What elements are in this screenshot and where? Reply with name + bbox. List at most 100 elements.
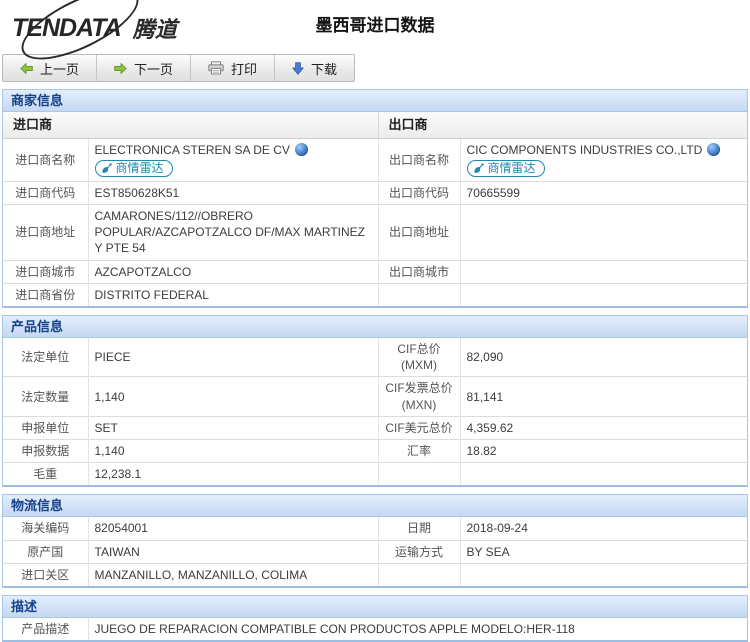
logistics-section-header: 物流信息 [3, 495, 747, 517]
prev-page-label: 上一页 [40, 59, 79, 78]
table-row: 法定数量 1,140 CIF发票总价 (MXN) 81,141 [3, 377, 747, 416]
field-label: 海关编码 [3, 517, 88, 540]
table-row: 产品描述 JUEGO DE REPARACION COMPATIBLE CON … [3, 618, 747, 640]
field-label: 出口商城市 [378, 260, 460, 283]
table-row: 进口关区 MANZANILLO, MANZANILLO, COLIMA [3, 563, 747, 586]
cif-usd-total-value: 4,359.62 [460, 416, 747, 439]
field-label: 日期 [378, 517, 460, 540]
exchange-rate-value: 18.82 [460, 439, 747, 462]
print-button[interactable]: 打印 [191, 55, 275, 81]
field-label: 申报单位 [3, 416, 88, 439]
merchant-info-panel: 商家信息 进口商 出口商 进口商名称 ELECTRONICA STEREN SA… [2, 89, 748, 308]
field-label: 法定单位 [3, 338, 88, 377]
radar-badge-label: 商情雷达 [116, 160, 164, 176]
gross-weight-value: 12,238.1 [88, 463, 378, 486]
importer-city-value: AZCAPOTZALCO [88, 260, 378, 283]
table-row: 进口商地址 CAMARONES/112//OBRERO POPULAR/AZCA… [3, 205, 747, 261]
importer-column-header: 进口商 [3, 112, 378, 138]
field-label: 运输方式 [378, 540, 460, 563]
exporter-address-value [460, 205, 747, 261]
blue-arrow-down-icon [292, 62, 304, 75]
exporter-code-value: 70665599 [460, 181, 747, 204]
field-label: 产品描述 [3, 618, 88, 640]
field-label [378, 283, 460, 306]
origin-country-value: TAIWAN [88, 540, 378, 563]
legal-qty-value: 1,140 [88, 377, 378, 416]
field-label: 申报数据 [3, 439, 88, 462]
empty-cell [460, 283, 747, 306]
field-label: 进口商地址 [3, 205, 88, 261]
logistics-info-panel: 物流信息 海关编码 82054001 日期 2018-09-24 原产国 TAI… [2, 494, 748, 588]
declared-data-value: 1,140 [88, 439, 378, 462]
exporter-city-value [460, 260, 747, 283]
download-label: 下载 [311, 59, 337, 78]
empty-cell [460, 563, 747, 586]
description-panel: 描述 产品描述 JUEGO DE REPARACION COMPATIBLE C… [2, 595, 748, 642]
field-label: CIF总价 (MXM) [378, 338, 460, 377]
print-label: 打印 [231, 59, 257, 78]
merchant-section-header: 商家信息 [3, 90, 747, 112]
exporter-name: CIC COMPONENTS INDUSTRIES CO.,LTD [467, 142, 703, 158]
radar-badge[interactable]: 商情雷达 [95, 160, 173, 177]
product-section-header: 产品信息 [3, 316, 747, 338]
field-label: 毛重 [3, 463, 88, 486]
empty-cell [460, 463, 747, 486]
globe-icon[interactable] [707, 143, 720, 156]
field-label: 出口商名称 [378, 138, 460, 181]
table-row: 进口商省份 DISTRITO FEDERAL [3, 283, 747, 306]
download-button[interactable]: 下载 [275, 55, 354, 81]
table-row: 申报单位 SET CIF美元总价 4,359.62 [3, 416, 747, 439]
cif-total-mxm-value: 82,090 [460, 338, 747, 377]
hs-code-value: 82054001 [88, 517, 378, 540]
product-table: 法定单位 PIECE CIF总价 (MXM) 82,090 法定数量 1,140… [3, 338, 747, 485]
field-label: 进口关区 [3, 563, 88, 586]
field-label: 进口商代码 [3, 181, 88, 204]
printer-icon [208, 61, 224, 75]
table-row: 原产国 TAIWAN 运输方式 BY SEA [3, 540, 747, 563]
table-row: 进口商城市 AZCAPOTZALCO 出口商城市 [3, 260, 747, 283]
radar-badge[interactable]: 商情雷达 [467, 160, 545, 177]
product-info-panel: 产品信息 法定单位 PIECE CIF总价 (MXM) 82,090 法定数量 … [2, 315, 748, 487]
toolbar-row: 上一页 下一页 打印 下载 [0, 52, 750, 86]
green-arrow-right-icon [114, 62, 127, 75]
table-row: 法定单位 PIECE CIF总价 (MXM) 82,090 [3, 338, 747, 377]
cif-invoice-mxn-value: 81,141 [460, 377, 747, 416]
import-customs-value: MANZANILLO, MANZANILLO, COLIMA [88, 563, 378, 586]
field-label [378, 563, 460, 586]
description-section-header: 描述 [3, 596, 747, 618]
importer-name: ELECTRONICA STEREN SA DE CV [95, 142, 290, 158]
page-header: TENDATA 腾道 墨西哥进口数据 [0, 0, 750, 52]
importer-province-value: DISTRITO FEDERAL [88, 283, 378, 306]
logistics-table: 海关编码 82054001 日期 2018-09-24 原产国 TAIWAN 运… [3, 517, 747, 586]
prev-page-button[interactable]: 上一页 [3, 55, 97, 81]
globe-icon[interactable] [295, 143, 308, 156]
merchant-table: 进口商 出口商 进口商名称 ELECTRONICA STEREN SA DE C… [3, 112, 747, 306]
next-page-button[interactable]: 下一页 [97, 55, 191, 81]
table-row: 毛重 12,238.1 [3, 463, 747, 486]
table-row: 进口商代码 EST850628K51 出口商代码 70665599 [3, 181, 747, 204]
field-label [378, 463, 460, 486]
merchant-column-header-row: 进口商 出口商 [3, 112, 747, 138]
field-label: 原产国 [3, 540, 88, 563]
transport-mode-value: BY SEA [460, 540, 747, 563]
table-row: 海关编码 82054001 日期 2018-09-24 [3, 517, 747, 540]
page-title: 墨西哥进口数据 [0, 11, 750, 36]
date-value: 2018-09-24 [460, 517, 747, 540]
declared-unit-value: SET [88, 416, 378, 439]
description-table: 产品描述 JUEGO DE REPARACION COMPATIBLE CON … [3, 618, 747, 640]
legal-unit-value: PIECE [88, 338, 378, 377]
field-label: CIF美元总价 [378, 416, 460, 439]
exporter-name-cell: CIC COMPONENTS INDUSTRIES CO.,LTD 商情雷达 [460, 138, 747, 181]
green-arrow-left-icon [20, 62, 33, 75]
exporter-column-header: 出口商 [378, 112, 747, 138]
field-label: 汇率 [378, 439, 460, 462]
product-description-value: JUEGO DE REPARACION COMPATIBLE CON PRODU… [88, 618, 747, 640]
field-label: 法定数量 [3, 377, 88, 416]
satellite-dish-icon [101, 162, 113, 174]
importer-name-cell: ELECTRONICA STEREN SA DE CV 商情雷达 [88, 138, 378, 181]
field-label: 出口商代码 [378, 181, 460, 204]
field-label: CIF发票总价 (MXN) [378, 377, 460, 416]
importer-address-value: CAMARONES/112//OBRERO POPULAR/AZCAPOTZAL… [88, 205, 378, 261]
importer-code-value: EST850628K51 [88, 181, 378, 204]
table-row: 申报数据 1,140 汇率 18.82 [3, 439, 747, 462]
